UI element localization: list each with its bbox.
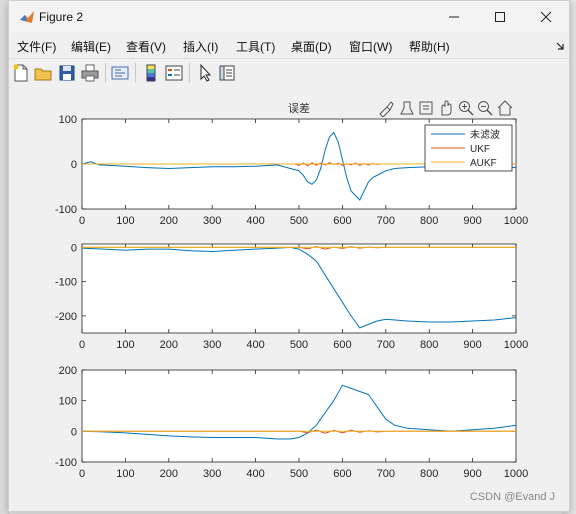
x-tick-label: 400 (246, 215, 264, 227)
axes-3: 0 100 200 300 400 500 600 700 800 900 1000-1000100… (55, 365, 528, 480)
y-tick-label: 100 (59, 114, 77, 126)
legend-entry: UKF (470, 144, 490, 155)
plot-box (81, 369, 517, 463)
x-tick-label: 200 (160, 468, 178, 480)
x-tick-label: 200 (160, 339, 178, 351)
x-tick-label: 900 (463, 468, 481, 480)
x-tick-label: 900 (463, 339, 481, 351)
x-tick-label: 300 (203, 468, 221, 480)
x-tick-label: 300 (203, 215, 221, 227)
y-tick-label: 0 (71, 242, 77, 254)
x-tick-label: 100 (116, 468, 134, 480)
legend-entry: AUKF (470, 158, 497, 169)
axes-2: 0 100 200 300 400 500 600 700 800 900 1000 -200 -100… (55, 242, 528, 351)
x-tick-label: 500 (290, 468, 308, 480)
x-tick-label: 500 (290, 215, 308, 227)
x-tick-label: 100 (116, 339, 134, 351)
legend: 未滤波 UKF AUKF (424, 124, 513, 172)
y-tick-label: -100 (55, 457, 77, 469)
y-tick-label: 100 (59, 396, 77, 408)
figure-window: Figure 2 文件(F) 编辑(E) 查看(V) 插入(I) 工具(T) 桌… (8, 0, 570, 512)
x-tick-label: 1000 (504, 339, 528, 351)
watermark: CSDN @Evand J (469, 491, 555, 503)
x-tick-label: 600 (333, 468, 351, 480)
x-tick-label: 900 (463, 215, 481, 227)
x-tick-label: 800 (420, 468, 438, 480)
x-tick-label: 600 (333, 215, 351, 227)
axes-1: 误差0 100 200 300 400 500 600 700 800 900 1000-10001… (55, 101, 528, 227)
y-tick-label: 0 (71, 159, 77, 171)
x-tick-label: 0 (79, 339, 85, 351)
x-tick-label: 800 (420, 215, 438, 227)
y-tick-label: 0 (71, 426, 77, 438)
x-tick-label: 700 (377, 215, 395, 227)
legend-entry: 未滤波 (470, 128, 500, 141)
x-tick-label: 300 (203, 339, 221, 351)
x-tick-label: 400 (246, 468, 264, 480)
x-tick-label: 100 (116, 215, 134, 227)
x-tick-label: 0 (79, 215, 85, 227)
x-tick-label: 700 (377, 468, 395, 480)
plot-canvas: 误差0 100 200 300 400 500 600 700 800 900 1000-10001… (55, 101, 528, 480)
x-tick-label: 700 (377, 339, 395, 351)
x-tick-label: 0 (79, 468, 85, 480)
y-tick-label: -200 (55, 311, 77, 323)
y-tick-label: 200 (59, 365, 77, 377)
x-tick-label: 400 (246, 339, 264, 351)
x-tick-label: 1000 (504, 215, 528, 227)
x-tick-label: 1000 (504, 468, 528, 480)
x-tick-label: 800 (420, 339, 438, 351)
y-tick-label: -100 (55, 204, 77, 216)
x-tick-label: 600 (333, 339, 351, 351)
x-tick-label: 500 (290, 339, 308, 351)
plot-box (81, 243, 517, 334)
chart-title: 误差 (288, 101, 310, 115)
y-tick-label: -100 (55, 277, 77, 289)
x-tick-label: 200 (160, 215, 178, 227)
